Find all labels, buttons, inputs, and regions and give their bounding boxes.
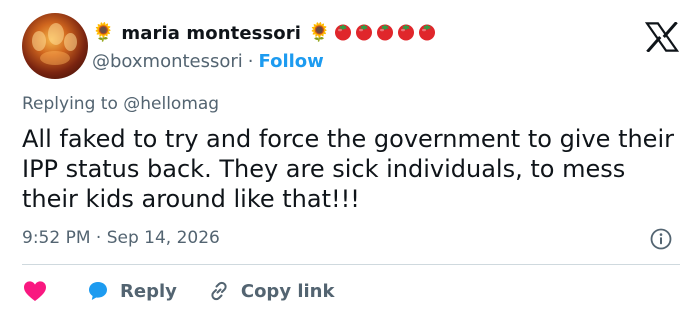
author-name[interactable]: maria montessori [121, 23, 301, 44]
reply-mention-link[interactable]: @hellomag [123, 94, 219, 114]
action-bar: Reply Copy link [22, 276, 334, 306]
separator-dot: · [247, 50, 254, 72]
copy-link-label: Copy link [240, 280, 335, 302]
reply-label: Reply [120, 280, 177, 302]
tomato-emoji [419, 24, 436, 41]
x-logo-icon[interactable] [645, 22, 679, 52]
tweet-text: All faked to try and force the governmen… [22, 125, 674, 213]
tomato-emoji [356, 24, 373, 41]
tomato-emoji-group [332, 21, 437, 45]
author-name-row[interactable]: 🌻 maria montessori 🌻 [92, 20, 437, 46]
follow-button[interactable]: Follow [259, 51, 324, 72]
divider [22, 264, 680, 265]
tweet-timestamp[interactable]: 9:52 PM · Sep 14, 2026 [22, 228, 220, 248]
reply-button[interactable]: Reply [86, 279, 207, 303]
author-handle-row: @boxmontessori · Follow [92, 48, 324, 74]
tomato-emoji [377, 24, 394, 41]
reply-bubble-icon [89, 282, 107, 300]
sunflower-emoji: 🌻 [307, 22, 331, 43]
author-handle[interactable]: @boxmontessori [92, 51, 243, 72]
info-icon[interactable] [650, 228, 672, 250]
heart-icon[interactable] [22, 279, 48, 303]
replying-to-label: Replying to [22, 94, 118, 114]
tomato-emoji [335, 24, 352, 41]
link-icon [211, 281, 227, 301]
copy-link-button[interactable]: Copy link [207, 279, 335, 303]
sunflower-emoji: 🌻 [92, 22, 115, 43]
tomato-emoji [398, 24, 415, 41]
replying-to: Replying to @hellomag [22, 94, 219, 114]
avatar[interactable] [22, 13, 88, 79]
